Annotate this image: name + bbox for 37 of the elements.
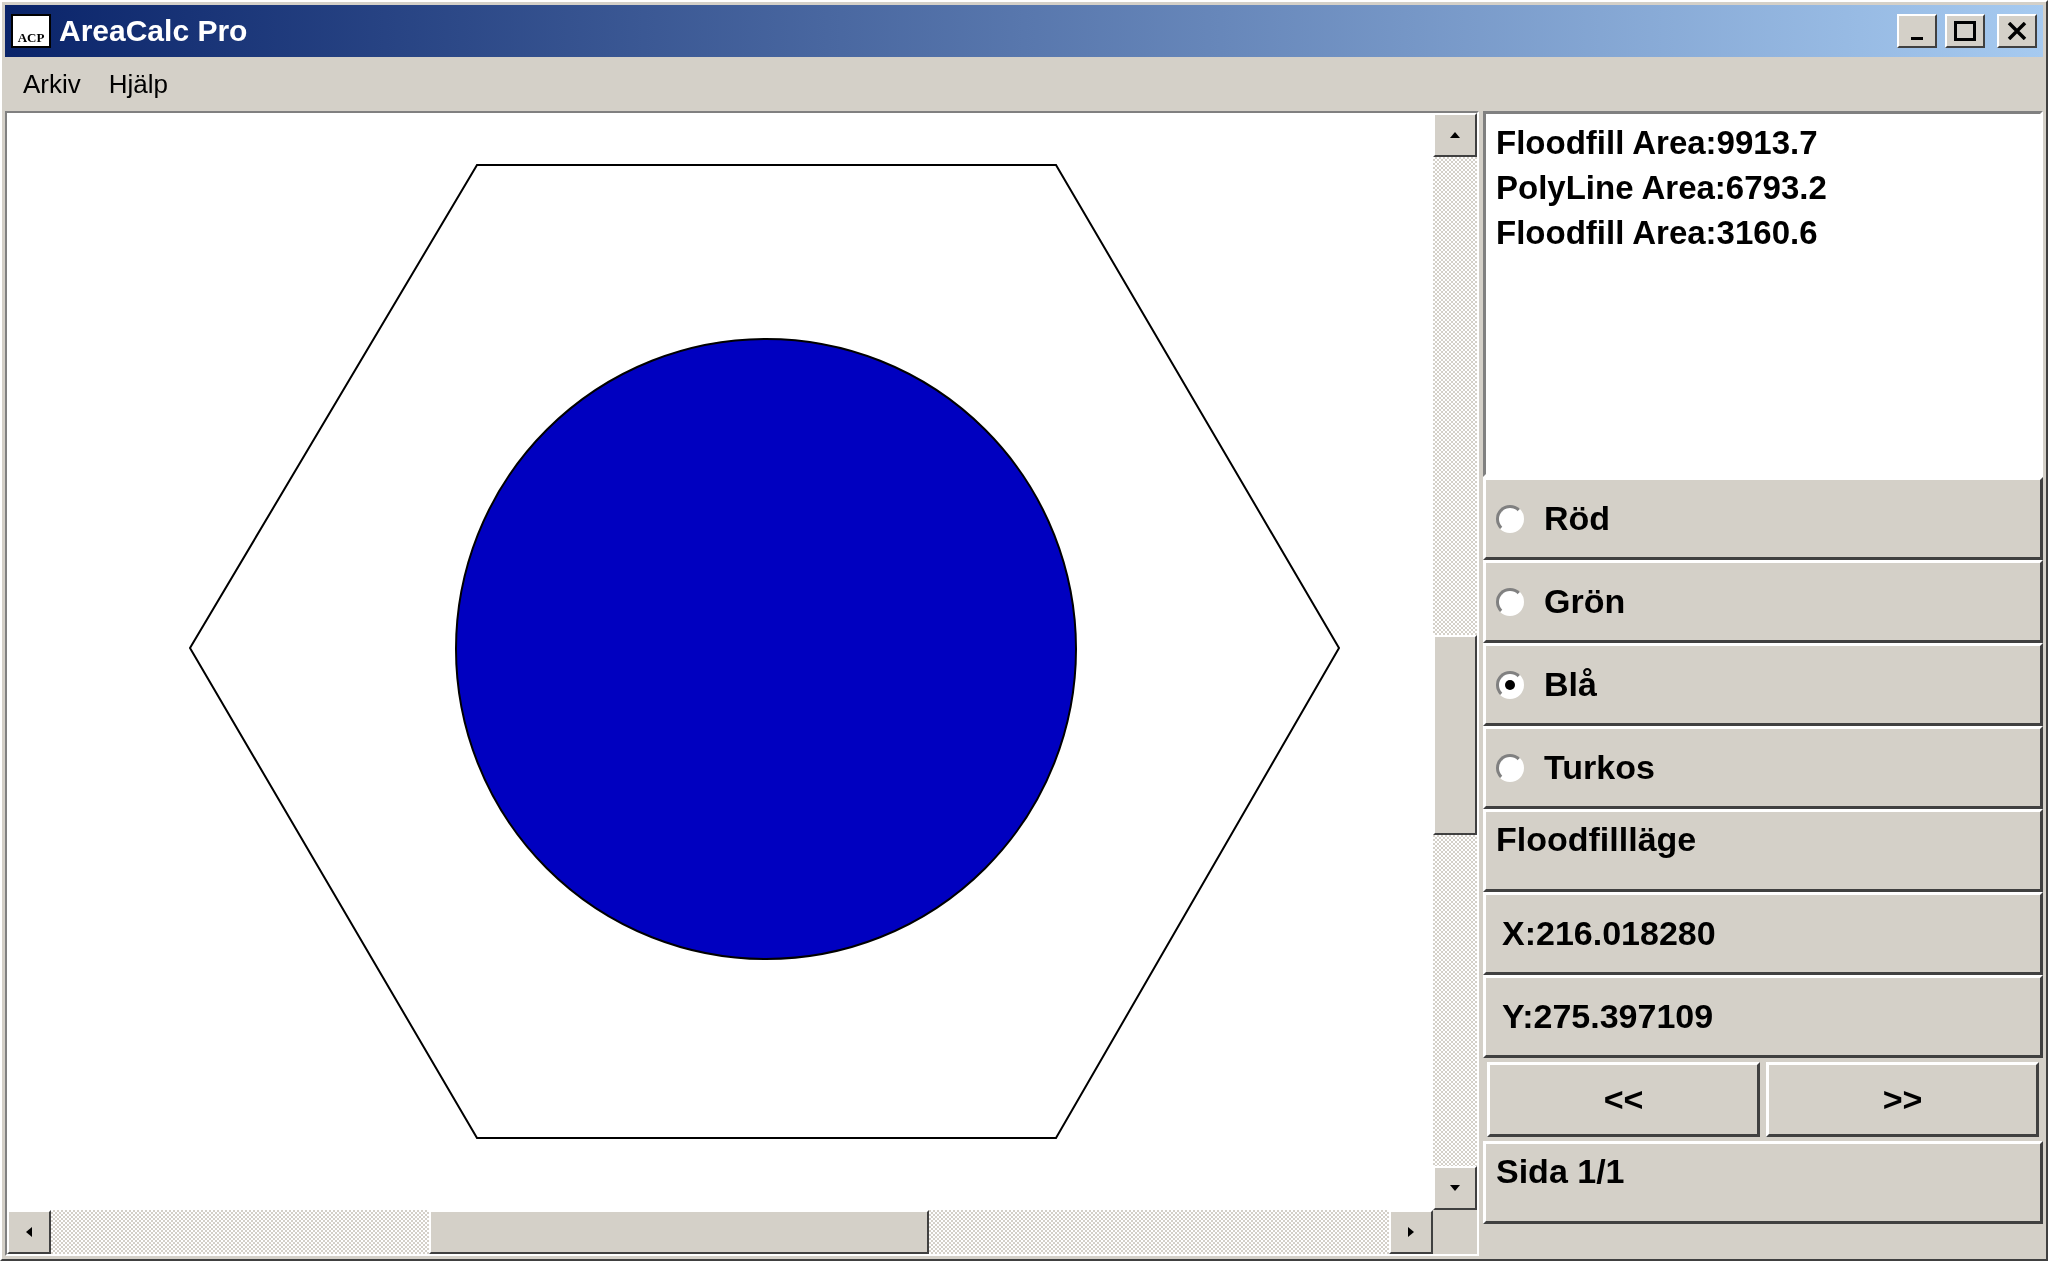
radio-circle[interactable] [1496, 753, 1524, 782]
radio-circle[interactable] [1496, 670, 1524, 699]
previous-page-button[interactable]: << [1487, 1062, 1760, 1137]
maximize-button[interactable] [1945, 14, 1985, 48]
list-item[interactable]: Floodfill Area:9913.7 [1496, 120, 1818, 165]
next-page-button[interactable]: >> [1766, 1062, 2039, 1137]
scroll-thumb[interactable] [429, 1210, 929, 1254]
app-icon: ACP [11, 14, 51, 48]
vertical-scrollbar[interactable] [1433, 113, 1477, 1210]
scroll-up-button[interactable] [1433, 113, 1477, 157]
color-radio-button[interactable]: Turkos [1496, 729, 2030, 806]
minimize-button[interactable] [1897, 14, 1937, 48]
minimize-icon [1911, 36, 1923, 40]
color-radio-button[interactable]: Röd [1496, 480, 2030, 557]
list-item[interactable]: Floodfill Area:3160.6 [1496, 210, 1818, 255]
drawing-canvas[interactable] [7, 113, 1433, 1210]
scroll-right-button[interactable] [1389, 1210, 1433, 1254]
page-indicator: Sida 1/1 [1496, 1152, 1625, 1191]
horizontal-scrollbar[interactable] [7, 1210, 1433, 1254]
x-coordinate: X:216.018280 [1502, 914, 1716, 953]
scroll-down-button[interactable] [1433, 1166, 1477, 1210]
results-list[interactable]: Floodfill Area:9913.7 PolyLine Area:6793.2 Floodfill Area:3160.6 [1483, 111, 2043, 477]
radio-circle[interactable] [1496, 504, 1524, 533]
scroll-left-button[interactable] [7, 1210, 51, 1254]
scroll-thumb[interactable] [1433, 635, 1477, 835]
color-radio-button[interactable]: Blå [1496, 646, 2030, 723]
menu-item[interactable]: Arkiv [13, 66, 91, 102]
color-radio-button[interactable]: Grön [1496, 563, 2030, 640]
close-button[interactable] [1997, 14, 2037, 48]
list-item[interactable]: PolyLine Area:6793.2 [1496, 165, 1827, 210]
y-coordinate: Y:275.397109 [1502, 997, 1714, 1036]
menu-item[interactable]: Hjälp [98, 66, 179, 102]
maximize-icon [1954, 21, 1976, 41]
close-icon [2007, 22, 2027, 40]
radio-circle[interactable] [1496, 587, 1524, 616]
window-title: AreaCalc Pro [59, 14, 249, 48]
mode-label: Floodfillläge [1496, 820, 1697, 859]
